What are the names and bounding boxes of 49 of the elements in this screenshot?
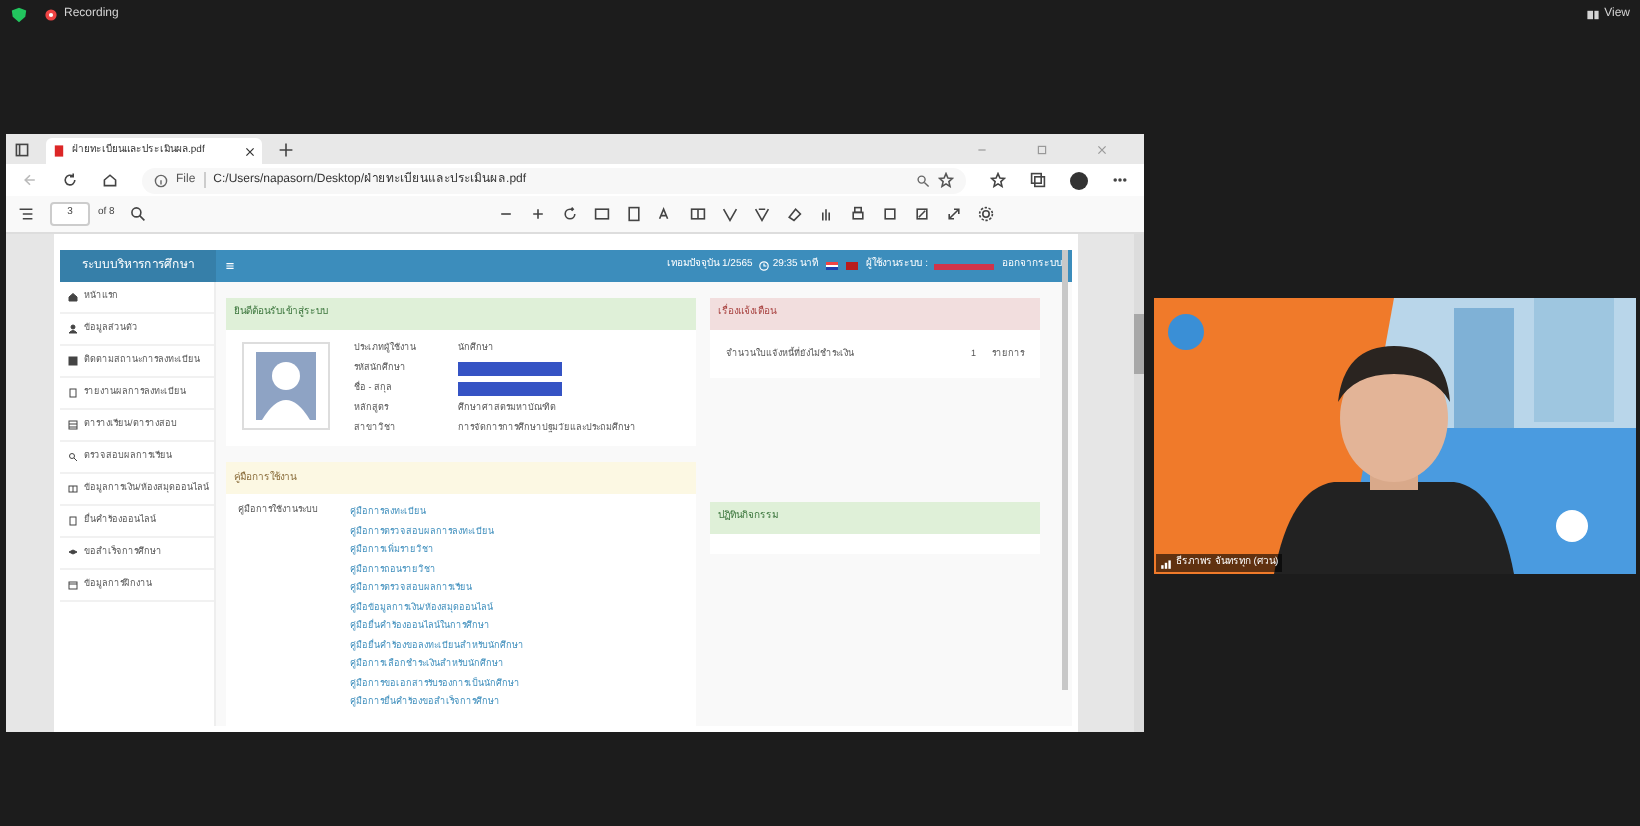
avatar-icon[interactable] [1070, 171, 1088, 189]
draw-icon[interactable] [722, 206, 739, 222]
search-icon[interactable] [130, 206, 147, 222]
zoom-in-icon[interactable] [530, 206, 547, 222]
info-icon [154, 173, 168, 187]
more-icon[interactable] [1112, 172, 1128, 188]
grid-icon [68, 484, 78, 494]
document-icon [68, 388, 78, 398]
signal-icon [1160, 557, 1172, 569]
home-icon [68, 292, 78, 302]
menu-icon[interactable] [224, 260, 236, 272]
redaction-mark [458, 381, 562, 396]
refresh-icon[interactable] [62, 172, 78, 188]
redaction-mark [934, 263, 994, 269]
star-icon[interactable] [938, 172, 954, 188]
save-as-icon[interactable] [914, 206, 931, 222]
fit-page-icon[interactable] [594, 206, 611, 222]
pdf-icon [52, 144, 66, 158]
search-icon [68, 452, 78, 462]
checkbox-icon [68, 356, 78, 366]
clock-icon [758, 260, 771, 272]
collections-icon[interactable] [1030, 172, 1046, 188]
shield-icon [10, 6, 28, 24]
rotate-icon[interactable] [562, 206, 579, 222]
highlight-icon[interactable] [754, 206, 771, 222]
book-icon[interactable] [690, 206, 707, 222]
new-tab-icon[interactable] [278, 141, 294, 157]
redaction-mark [458, 361, 562, 376]
favorites-icon[interactable] [990, 172, 1006, 188]
page-view-icon[interactable] [626, 206, 643, 222]
table-icon [68, 420, 78, 430]
grid-icon [1586, 8, 1601, 22]
fullscreen-icon[interactable] [946, 206, 963, 222]
user-icon [68, 324, 78, 334]
home-icon[interactable] [102, 172, 118, 188]
document-icon [68, 516, 78, 526]
eraser-icon[interactable] [786, 206, 803, 222]
close-icon[interactable] [244, 145, 256, 157]
page-scrollbar[interactable] [1062, 250, 1068, 690]
calendar-icon [68, 580, 78, 590]
record-icon [44, 8, 58, 22]
zoom-icon[interactable] [916, 173, 930, 187]
silhouette-icon [256, 352, 316, 420]
tabs-icon[interactable] [14, 141, 30, 157]
scrollbar[interactable] [1134, 234, 1144, 732]
print-icon[interactable] [850, 206, 867, 222]
settings-icon[interactable] [978, 206, 995, 222]
contents-icon[interactable] [18, 206, 34, 222]
save-icon[interactable] [882, 206, 899, 222]
